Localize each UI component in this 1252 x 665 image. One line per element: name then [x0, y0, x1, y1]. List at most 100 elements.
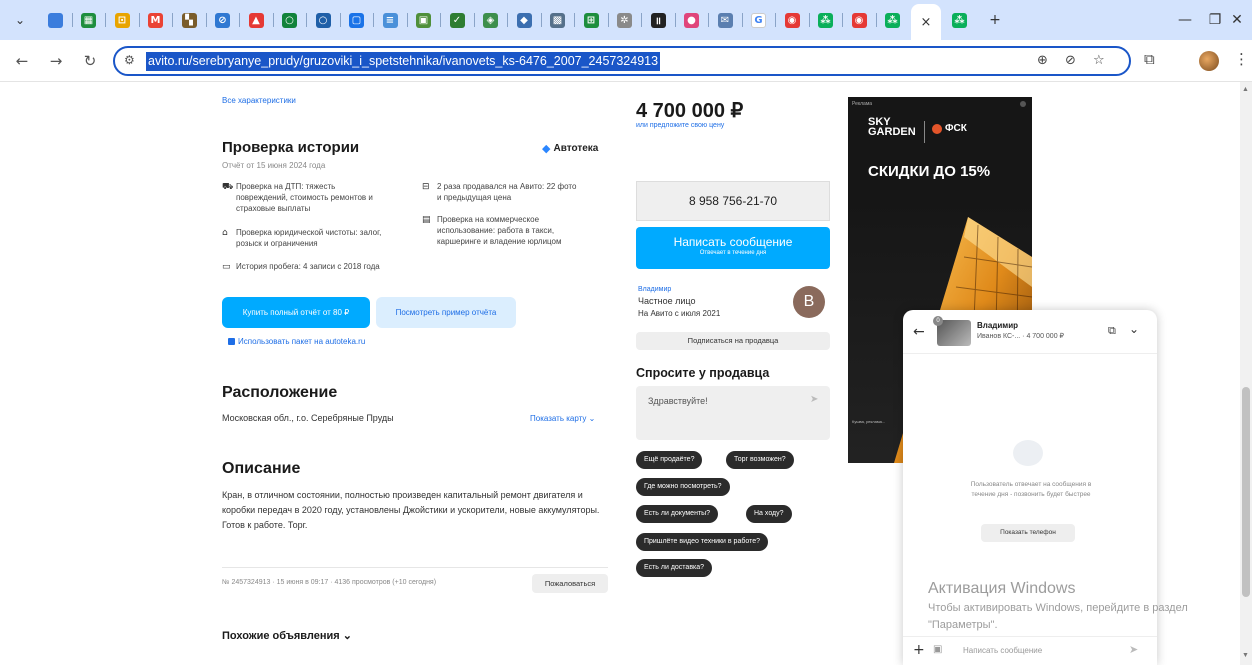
tab-separator: [406, 13, 408, 27]
chat-show-phone-button[interactable]: Показать телефон: [981, 524, 1075, 542]
browser-tab[interactable]: ▚: [174, 6, 204, 34]
chip-where-see[interactable]: Где можно посмотреть?: [636, 478, 730, 496]
browser-tab[interactable]: ▢: [342, 6, 372, 34]
back-icon[interactable]: ←: [10, 50, 34, 72]
sample-report-button[interactable]: Посмотреть пример отчёта: [376, 297, 516, 328]
package-link-row[interactable]: Использовать пакет на autoteka.ru: [228, 337, 365, 346]
chat-camera-icon[interactable]: ▣: [933, 644, 942, 655]
bank-icon: ⌂: [222, 228, 228, 238]
similar-listings[interactable]: Похожие объявления ⌄: [222, 629, 352, 642]
browser-tab[interactable]: ▣: [409, 6, 439, 34]
chip-still-selling[interactable]: Ещё продаёте?: [636, 451, 703, 469]
subscribe-button[interactable]: Подписаться на продавца: [636, 332, 830, 350]
browser-tab[interactable]: M: [141, 6, 171, 34]
close-window-button[interactable]: ✕: [1222, 8, 1252, 32]
browser-tab[interactable]: ○: [308, 6, 338, 34]
ask-input[interactable]: Здравствуйте! ➤: [636, 386, 830, 440]
browser-tab[interactable]: ◉: [777, 6, 807, 34]
browser-tab[interactable]: ◈: [476, 6, 506, 34]
write-message-button[interactable]: Написать сообщение Отвечает в течение дн…: [636, 227, 830, 269]
browser-tab[interactable]: ⊡: [107, 6, 137, 34]
chip-video[interactable]: Пришлёте видео техники в работе?: [636, 533, 769, 551]
scroll-thumb[interactable]: [1242, 387, 1250, 597]
chip-running[interactable]: На ходу?: [746, 505, 792, 523]
scroll-up-icon[interactable]: ▲: [1242, 86, 1249, 93]
chat-collapse-icon[interactable]: ⌄: [1129, 322, 1139, 336]
browser-tab[interactable]: ▩: [543, 6, 573, 34]
browser-tab[interactable]: ⁂: [945, 6, 975, 34]
reload-icon[interactable]: ↻: [78, 50, 102, 72]
chat-back-icon[interactable]: ←: [913, 324, 925, 340]
browser-tab[interactable]: [40, 6, 70, 34]
browser-tab[interactable]: ×: [911, 4, 941, 40]
forward-icon[interactable]: →: [44, 50, 68, 72]
browser-tab[interactable]: ✓: [442, 6, 472, 34]
chat-add-icon[interactable]: +: [913, 642, 925, 658]
fsk-icon: [932, 123, 942, 134]
offer-price-link[interactable]: или предложите свою цену: [636, 122, 724, 129]
chat-send-icon[interactable]: ➤: [1129, 643, 1138, 656]
seller-avatar[interactable]: В: [793, 286, 825, 318]
seller-name[interactable]: Владимир: [638, 286, 671, 293]
ad-info-icon[interactable]: [1020, 101, 1026, 107]
browser-tab[interactable]: ⁂: [878, 6, 908, 34]
browser-tab[interactable]: ✉: [710, 6, 740, 34]
site-info-icon[interactable]: ⚙: [124, 53, 135, 67]
chat-bubble-icon: [1013, 440, 1043, 466]
browser-tab[interactable]: ●: [677, 6, 707, 34]
send-icon[interactable]: ➤: [810, 394, 818, 405]
new-tab-button[interactable]: +: [980, 8, 1010, 32]
browser-tab[interactable]: ॥: [643, 6, 673, 34]
chip-bargain[interactable]: Торг возможен?: [726, 451, 794, 469]
avito-icon-5: ⁂: [952, 12, 967, 28]
chat-input[interactable]: Написать сообщение: [963, 646, 1042, 655]
open-external-icon[interactable]: ⧉: [1108, 324, 1116, 338]
description-text: Кран, в отличном состоянии, полностью пр…: [222, 490, 600, 530]
package-link[interactable]: Использовать пакет на autoteka.ru: [238, 337, 365, 346]
browser-tab[interactable]: ◉: [844, 6, 874, 34]
sale-icon: ⊟: [422, 182, 430, 192]
commercial-icon: ▤: [422, 215, 431, 225]
bookmark-star-icon[interactable]: ☆: [1093, 53, 1105, 68]
browser-tab[interactable]: ✲: [610, 6, 640, 34]
browser-tab[interactable]: ▦: [74, 6, 104, 34]
page-scrollbar[interactable]: ▲ ▼: [1240, 82, 1252, 665]
browser-tab[interactable]: ▲: [241, 6, 271, 34]
browser-tab[interactable]: ⁂: [811, 6, 841, 34]
chat-input-bar: + ▣ Написать сообщение ➤: [903, 636, 1157, 665]
all-specs-link[interactable]: Все характеристики: [222, 96, 296, 105]
avito-icon-2: ⁂: [818, 12, 833, 28]
browser-tab[interactable]: ◆: [509, 6, 539, 34]
menu-icon[interactable]: ⋮: [1234, 50, 1249, 68]
zoom-icon[interactable]: ⊕: [1037, 53, 1048, 68]
mail-icon: ✉: [717, 12, 733, 28]
url-text[interactable]: avito.ru/serebryanye_prudy/gruzoviki_i_s…: [146, 52, 661, 71]
tracking-icon[interactable]: ⊘: [1065, 53, 1076, 68]
browser-tab[interactable]: ⊞: [576, 6, 606, 34]
location-title: Расположение: [222, 384, 338, 401]
browser-tab[interactable]: ○: [275, 6, 305, 34]
chat-item-thumbnail[interactable]: [937, 320, 971, 346]
show-phone-button[interactable]: 8 958 756-21-70: [636, 181, 830, 221]
complain-button[interactable]: Пожаловаться: [532, 574, 608, 593]
price: 4 700 000 ₽: [636, 100, 744, 122]
tab-separator: [607, 13, 609, 27]
browser-tab[interactable]: G: [744, 6, 774, 34]
seller-since: На Авито с июля 2021: [638, 309, 721, 318]
close-tab-icon[interactable]: ×: [921, 15, 932, 30]
tab-separator: [306, 13, 307, 27]
buy-report-button[interactable]: Купить полный отчёт от 80 ₽: [222, 297, 370, 328]
ad-divider: [924, 121, 925, 143]
browser-tab[interactable]: ≡: [375, 6, 405, 34]
minimize-button[interactable]: —: [1170, 8, 1200, 32]
chip-documents[interactable]: Есть ли документы?: [636, 505, 719, 523]
tab-search-chevron-icon[interactable]: ⌄: [10, 10, 30, 30]
scroll-down-icon[interactable]: ▼: [1242, 652, 1249, 659]
browser-tab[interactable]: ⊘: [208, 6, 238, 34]
chip-delivery[interactable]: Есть ли доставка?: [636, 559, 713, 577]
tab-separator: [674, 13, 676, 27]
extensions-icon[interactable]: ⧉: [1144, 50, 1155, 68]
address-bar[interactable]: ⚙ avito.ru/serebryanye_prudy/gruzoviki_i…: [113, 46, 1131, 76]
show-map-link[interactable]: Показать карту ⌄: [530, 414, 595, 423]
profile-avatar[interactable]: [1199, 51, 1219, 71]
